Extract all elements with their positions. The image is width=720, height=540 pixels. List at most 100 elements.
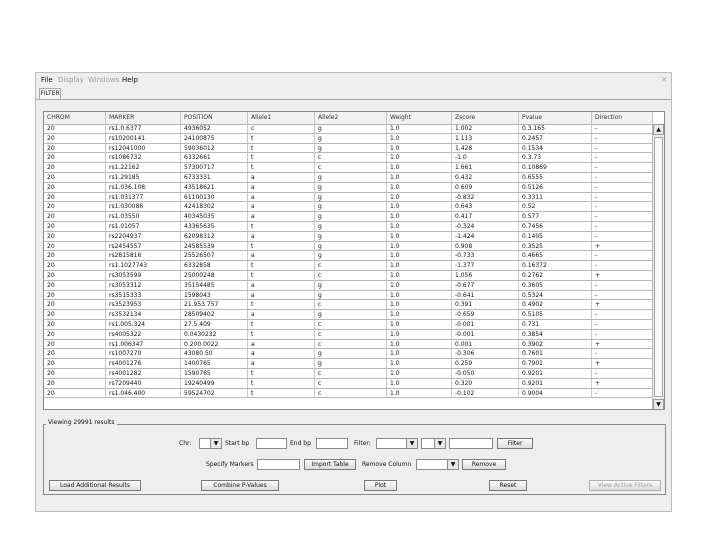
cell-allele1: t <box>248 388 315 398</box>
table-row[interactable]: 20 rs4005322 0.0430232 t c 1.0 -0.001 0.3854- <box>44 329 653 340</box>
table-row[interactable]: 20 rs2815816 25526507 a g 1.0 -0.733 0.4665- <box>44 251 653 262</box>
table-row[interactable]: 20 rs1.03550 40345035 a g 1.0 0.417 0.577- <box>44 212 653 222</box>
cell-zscore: 0.391 <box>452 300 519 310</box>
load-additional-results-button[interactable]: Load Additional Results <box>49 480 141 491</box>
menu-windows[interactable]: Windows <box>88 76 119 84</box>
table-row[interactable]: 20 rs1007270 43080.50 a g 1.0 -0.306 0.7601- <box>44 349 653 360</box>
table-row[interactable]: 20 rs1.01057 43365635 t g 1.0 -0.324 0.7456- <box>44 221 653 232</box>
plot-button[interactable]: Plot <box>364 480 397 491</box>
table-row[interactable]: 20 rs10200141 24100875 t g 1.0 1.113 0.2457- <box>44 133 653 144</box>
table-row[interactable]: 20 rs2204937 62098312 a g 1.0 -1.424 0.1405- <box>44 231 653 242</box>
column-header-marker[interactable]: MARKER <box>106 112 181 124</box>
combine-p-values-button[interactable]: Combine P-Values <box>201 480 279 491</box>
tab-filter[interactable]: FILTER <box>39 88 61 99</box>
cell-marker: rs10200141 <box>106 133 181 143</box>
cell-allele2: g <box>315 290 387 300</box>
menu-display[interactable]: Display <box>58 76 84 84</box>
table-row[interactable]: 20 rs3523953 21.953.757 t c 1.0 0.391 0.4902 + <box>44 300 653 311</box>
cell-zscore: -0.733 <box>452 251 519 261</box>
scroll-thumb[interactable] <box>654 137 663 397</box>
table-row[interactable]: 20 rs3532134 28509402 a g 1.0 -0.659 0.5105- <box>44 310 653 320</box>
table-row[interactable]: 20 rs3053312 35154485 a g 1.0 -0.677 0.3605- <box>44 280 653 291</box>
cell-allele1: t <box>248 261 315 271</box>
cell-pvalue: 0.1534 <box>519 143 592 153</box>
table-row[interactable]: 20 rs4001282 1590765 t c 1.0 -0.050 0.9201- <box>44 368 653 379</box>
cell-chrom: 20 <box>44 359 106 369</box>
table-row[interactable]: 20 rs1.22162 57300717 t c 1.0 1.661 0.10869- <box>44 163 653 173</box>
cell-zscore: 0.643 <box>452 202 519 212</box>
table-row[interactable]: 20 rs1.29185 6733331 a g 1.0 0.432 0.6555- <box>44 172 653 183</box>
table-row[interactable]: 20 rs1.030086 42418302 a g 1.0 0.643 0.52- <box>44 202 653 213</box>
table-row[interactable]: 20 rs7209440 19240499 t c 1.0 0.320 0.9201 + <box>44 378 653 389</box>
column-header-weight[interactable]: Weight <box>387 112 452 124</box>
import-table-button[interactable]: Import Table <box>304 459 356 470</box>
table-row[interactable]: 20 rs3053599 25000248 t c 1.0 1.056 0.2762 + <box>44 270 653 281</box>
cell-pvalue: 0.16372 <box>519 261 592 271</box>
remove-column-select[interactable]: ▼ <box>416 459 459 470</box>
filter-column-select[interactable]: ▼ <box>376 438 418 449</box>
table-row[interactable]: 20 rs4001276 1400765 a g 1.0 0.259 0.7901 + <box>44 359 653 369</box>
close-icon[interactable]: ✕ <box>661 76 667 84</box>
cell-marker: rs1007270 <box>106 349 181 359</box>
cell-marker: rs3532134 <box>106 310 181 320</box>
table-row[interactable]: 20 rs1.046.400 59524702 t c 1.0 -0.102 0.9004- <box>44 388 653 399</box>
scroll-down-icon[interactable]: ▼ <box>653 399 664 409</box>
cell-allele2: c <box>315 368 387 378</box>
cell-weight: 1.0 <box>387 163 452 173</box>
cell-allele2: g <box>315 310 387 320</box>
cell-allele2: c <box>315 339 387 349</box>
column-header-direction[interactable]: Direction <box>592 112 653 124</box>
menu-help[interactable]: Help <box>122 76 138 84</box>
cell-allele2: c <box>315 378 387 388</box>
column-header-allele1[interactable]: Allele1 <box>248 112 315 124</box>
cell-direction: - <box>592 133 653 143</box>
cell-weight: 1.0 <box>387 192 452 202</box>
column-header-position[interactable]: POSITION <box>181 112 248 124</box>
cell-chrom: 20 <box>44 388 106 398</box>
table-row[interactable]: 20 rs1.036.108 43518621 a g 1.0 0.609 0.5126- <box>44 182 653 193</box>
cell-allele1: a <box>248 339 315 349</box>
cell-marker: rs3053312 <box>106 280 181 290</box>
table-row[interactable]: 20 rs2454557 24585539 t g 1.0 0.908 0.3525 + <box>44 241 653 252</box>
cell-zscore: 1.002 <box>452 124 519 133</box>
scroll-up-icon[interactable]: ▲ <box>653 124 664 135</box>
cell-pvalue: 0.3.165 <box>519 124 592 133</box>
table-row[interactable]: 20 rs3515333 1598043 a g 1.0 -0.641 0.5324- <box>44 290 653 301</box>
cell-position: 1400765 <box>181 359 248 369</box>
table-row[interactable]: 20 rs12041000 59036012 t g 1.0 1.428 0.1534- <box>44 143 653 154</box>
filter-button[interactable]: Filter <box>497 438 533 449</box>
column-header-allele2[interactable]: Allele2 <box>315 112 387 124</box>
cell-weight: 1.0 <box>387 153 452 163</box>
specify-markers-input[interactable] <box>257 459 300 470</box>
filter-value-input[interactable] <box>449 438 493 449</box>
column-header-zscore[interactable]: Zscore <box>452 112 519 124</box>
table-row[interactable]: 20 rs1.005.324 27.5.409 t c 1.0 -0.001 0.731- <box>44 319 653 330</box>
table-row[interactable]: 20 rs1.1027743 6332858 t c 1.0 -1.377 0.16372- <box>44 261 653 271</box>
column-header-chrom[interactable]: CHROM <box>44 112 106 124</box>
cell-zscore: -1.424 <box>452 231 519 241</box>
filter-operator-select[interactable]: ▼ <box>421 438 446 449</box>
end-bp-input[interactable] <box>316 438 348 449</box>
filter-label: Filter: <box>354 440 371 447</box>
cell-allele1: t <box>248 368 315 378</box>
table-row[interactable]: 20 rs1.006347 0.200.0022 a c 1.0 0.001 0.3902 + <box>44 339 653 350</box>
vertical-scrollbar[interactable]: ▲ ▼ <box>652 124 664 409</box>
start-bp-input[interactable] <box>256 438 287 449</box>
cell-marker: rs1.030086 <box>106 202 181 212</box>
menu-file[interactable]: File <box>41 76 53 84</box>
cell-position: 1598043 <box>181 290 248 300</box>
cell-weight: 1.0 <box>387 388 452 398</box>
reset-button[interactable]: Reset <box>489 480 527 491</box>
table-row[interactable]: 20 rs1.031377 61100130 a g 1.0 -0.832 0.3311- <box>44 192 653 203</box>
cell-chrom: 20 <box>44 124 106 133</box>
cell-allele2: c <box>315 270 387 280</box>
cell-allele2: c <box>315 329 387 339</box>
application-window: File Display Windows Help ✕ FILTER CHROM… <box>35 72 672 512</box>
table-row[interactable]: 20 rs1.0.6377 4936052 c g 1.0 1.002 0.3.165- <box>44 124 653 134</box>
table-row[interactable]: 20 rs1086732 6332661 t c 1.0 -1.0 0.3.73- <box>44 153 653 164</box>
remove-button[interactable]: Remove <box>462 459 506 470</box>
column-header-pvalue[interactable]: Pvalue <box>519 112 592 124</box>
chr-select[interactable]: ▼ <box>199 438 222 449</box>
cell-zscore: 0.609 <box>452 182 519 192</box>
cell-position: 25000248 <box>181 270 248 280</box>
